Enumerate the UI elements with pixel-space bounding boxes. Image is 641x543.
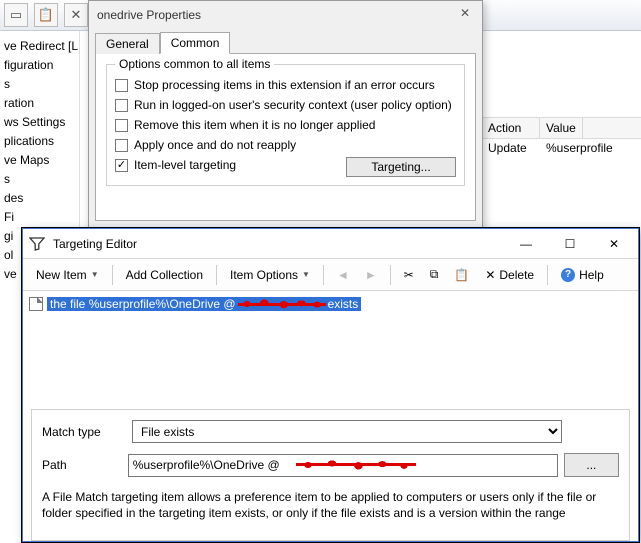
opt-userctx-label: Run in logged-on user's security context… — [134, 98, 452, 112]
targeting-tree[interactable]: the file %userprofile%\OneDrive @ exists — [23, 291, 638, 403]
opt-stop-label: Stop processing items in this extension … — [134, 78, 435, 92]
move-right-button[interactable]: ► — [358, 264, 384, 286]
match-type-label: Match type — [42, 425, 126, 439]
tree-node[interactable]: Fi — [4, 208, 75, 227]
hint-text: A File Match targeting item allows a pre… — [42, 489, 619, 521]
tree-node[interactable]: s — [4, 75, 75, 94]
item-text-prefix: the file %userprofile%\OneDrive @ — [50, 297, 236, 311]
item-text-suffix: exists — [328, 297, 359, 311]
cell-value: %userprofile — [540, 139, 619, 159]
tab-general[interactable]: General — [95, 33, 160, 54]
opt-remove-row[interactable]: Remove this item when it is no longer ap… — [115, 115, 456, 135]
new-item-button[interactable]: New Item ▼ — [29, 264, 106, 286]
opt-applyonce-label: Apply once and do not reapply — [134, 138, 296, 152]
file-icon — [29, 297, 43, 311]
results-pane: Action Value Update %userprofile — [481, 31, 641, 231]
minimize-button[interactable]: — — [508, 233, 544, 255]
help-icon: ? — [561, 268, 575, 282]
tree-node[interactable]: des — [4, 189, 75, 208]
tree-node[interactable]: ws Settings — [4, 113, 75, 132]
add-collection-button[interactable]: Add Collection — [119, 264, 210, 286]
browse-button[interactable]: ... — [564, 453, 619, 477]
tab-strip: General Common — [89, 29, 482, 53]
tree-node[interactable]: ration — [4, 94, 75, 113]
opt-remove-label: Remove this item when it is no longer ap… — [134, 118, 375, 132]
help-button[interactable]: ? Help — [554, 264, 611, 286]
tree-node[interactable]: ve Maps — [4, 151, 75, 170]
editor-title: Targeting Editor — [53, 237, 500, 251]
delete-button[interactable]: ✕ Delete — [478, 264, 541, 286]
chevron-down-icon: ▼ — [91, 270, 99, 279]
opt-userctx-row[interactable]: Run in logged-on user's security context… — [115, 95, 456, 115]
move-left-button[interactable]: ◄ — [330, 264, 356, 286]
dialog-title: onedrive Properties — [97, 8, 201, 22]
grid-row[interactable]: Update %userprofile — [482, 139, 641, 159]
tree-node[interactable]: ve Redirect [L — [4, 37, 75, 56]
redacted-text — [296, 457, 416, 473]
options-groupbox: Options common to all items Stop process… — [106, 64, 465, 186]
dialog-titlebar[interactable]: onedrive Properties ✕ — [89, 1, 482, 29]
col-action[interactable]: Action — [482, 118, 540, 138]
item-details-panel: Match type File exists Path ... A File M… — [31, 409, 630, 541]
close-icon[interactable]: ✕ — [456, 6, 474, 24]
toolbar-delete-icon[interactable]: ✕ — [64, 3, 88, 27]
tab-panel-common: Options common to all items Stop process… — [95, 53, 476, 221]
tab-common[interactable]: Common — [160, 32, 231, 54]
paste-button[interactable]: 📋 — [447, 264, 476, 286]
match-type-select[interactable]: File exists — [132, 420, 562, 443]
opt-stop-row[interactable]: Stop processing items in this extension … — [115, 75, 456, 95]
chevron-down-icon: ▼ — [302, 270, 310, 279]
editor-titlebar[interactable]: Targeting Editor — ☐ ✕ — [23, 229, 638, 259]
opt-ilt-label: Item-level targeting — [134, 158, 236, 172]
delete-icon: ✕ — [485, 268, 495, 282]
tree-node[interactable]: plications — [4, 132, 75, 151]
copy-button[interactable]: ⧉ — [423, 263, 446, 286]
cut-button[interactable]: ✂ — [397, 264, 421, 286]
item-options-button[interactable]: Item Options ▼ — [223, 264, 317, 286]
checkbox-stop[interactable] — [115, 79, 128, 92]
toolbar-icon-2[interactable]: 📋 — [34, 3, 58, 27]
checkbox-applyonce[interactable] — [115, 139, 128, 152]
paste-icon: 📋 — [454, 268, 469, 282]
toolbar-icon-1[interactable]: ▭ — [4, 3, 28, 27]
path-label: Path — [42, 458, 122, 472]
tree-node[interactable]: s — [4, 170, 75, 189]
grid-header: Action Value — [482, 117, 641, 139]
tree-node[interactable]: figuration — [4, 56, 75, 75]
properties-dialog: onedrive Properties ✕ General Common Opt… — [88, 0, 483, 229]
scissors-icon: ✂ — [404, 268, 414, 282]
path-row: Path ... — [42, 453, 619, 477]
checkbox-ilt[interactable]: ✓ — [115, 159, 128, 172]
close-button[interactable]: ✕ — [596, 233, 632, 255]
targeting-item[interactable]: the file %userprofile%\OneDrive @ exists — [29, 295, 632, 313]
copy-icon: ⧉ — [430, 267, 439, 282]
checkbox-remove[interactable] — [115, 119, 128, 132]
redacted-text — [238, 297, 326, 311]
targeting-editor-window: Targeting Editor — ☐ ✕ New Item ▼ Add Co… — [22, 228, 639, 542]
maximize-button[interactable]: ☐ — [552, 233, 588, 255]
cell-action: Update — [482, 139, 540, 159]
groupbox-legend: Options common to all items — [115, 57, 274, 71]
editor-toolbar: New Item ▼ Add Collection Item Options ▼… — [23, 259, 638, 291]
checkbox-userctx[interactable] — [115, 99, 128, 112]
match-type-row: Match type File exists — [42, 420, 619, 443]
col-value[interactable]: Value — [540, 118, 583, 138]
opt-applyonce-row[interactable]: Apply once and do not reapply — [115, 135, 456, 155]
funnel-icon — [29, 236, 45, 252]
targeting-button[interactable]: Targeting... — [346, 157, 456, 177]
